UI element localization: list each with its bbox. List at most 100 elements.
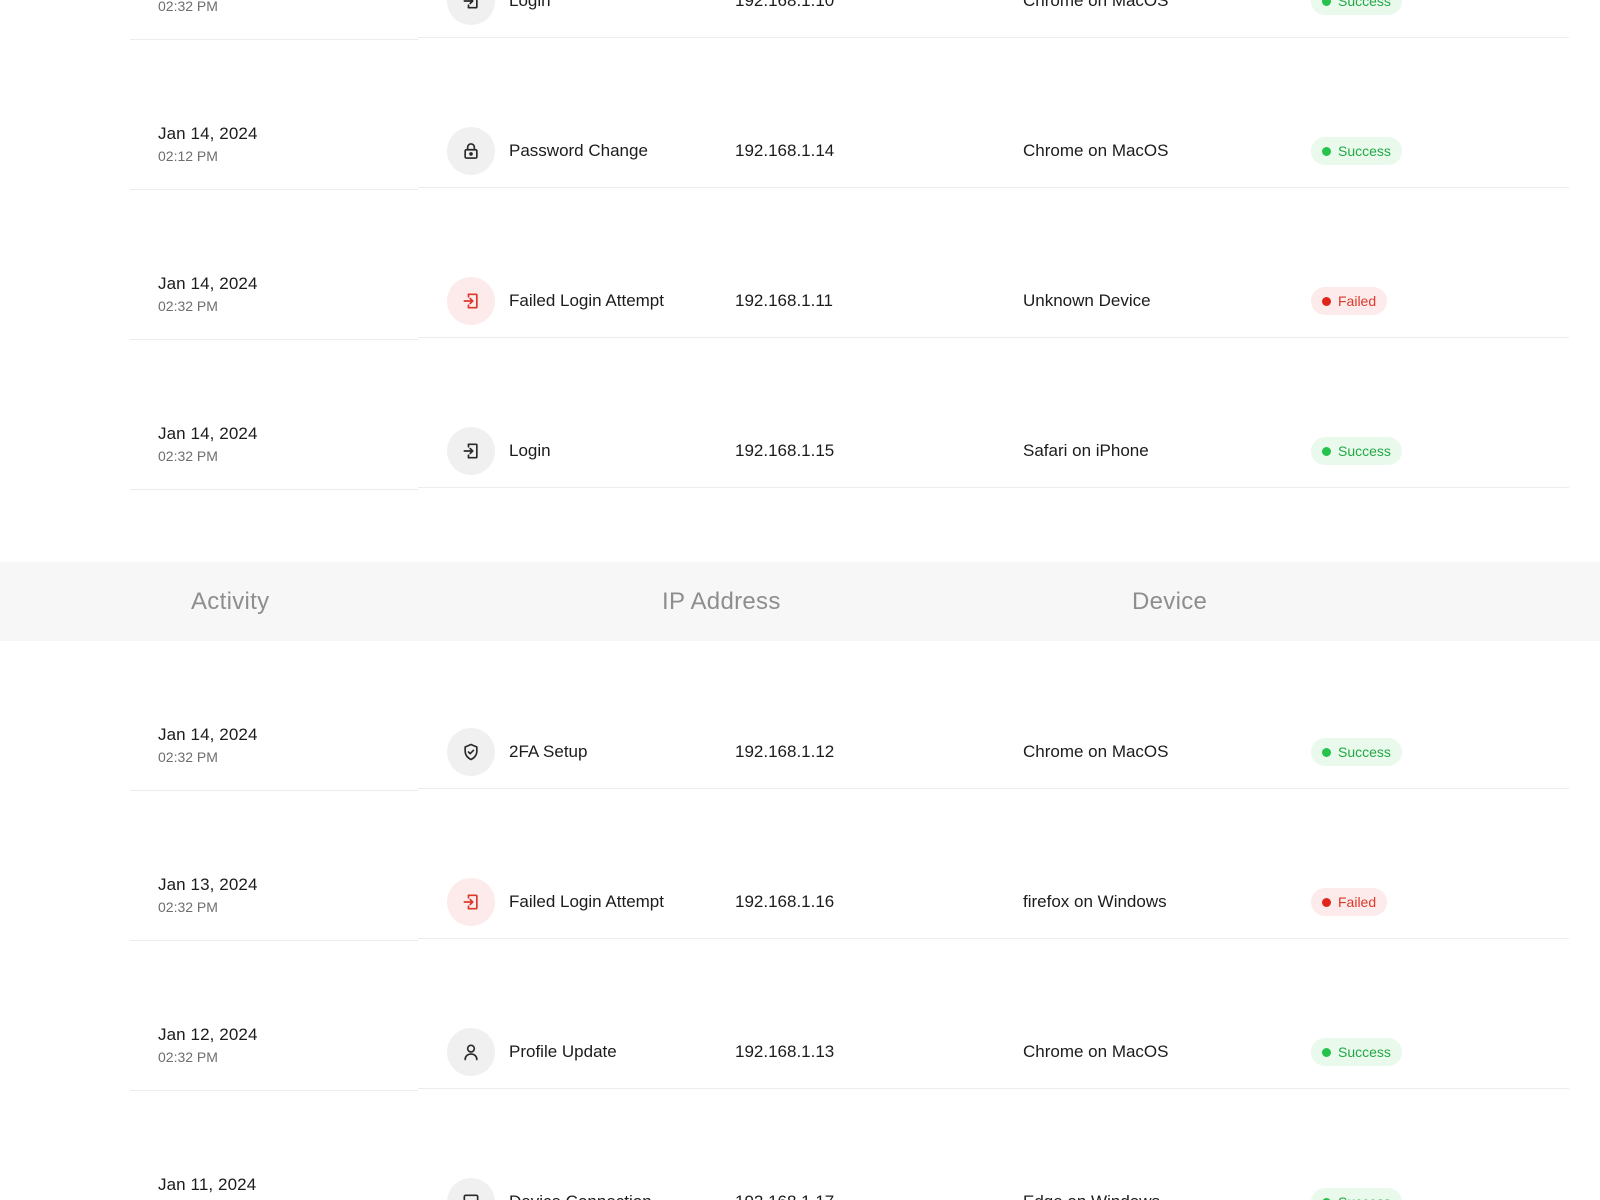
row-divider [130, 489, 418, 490]
status-label: Success [1338, 0, 1391, 9]
table-row[interactable]: Jan 14, 2024 02:12 PM Password Change 19… [0, 40, 1600, 190]
status-label: Failed [1338, 894, 1377, 910]
activity-cell: Password Change [447, 127, 648, 175]
table-row[interactable]: Jan 14, 2024 02:32 PM 2FA Setup 192.168.… [0, 641, 1600, 791]
table-row[interactable]: Jan 14, 2024 02:32 PM Failed Login Attem… [0, 190, 1600, 340]
ip-address: 192.168.1.17 [735, 1178, 834, 1200]
activity-cell: Login [447, 0, 551, 25]
status-badge: Failed [1311, 287, 1388, 315]
activity-label: Profile Update [509, 1042, 617, 1061]
date-cell: Jan 14, 2024 02:32 PM [158, 274, 258, 315]
table-row[interactable]: Jan 14, 2024 02:32 PM Login 192.168.1.10… [0, 0, 1600, 40]
status-dot [1322, 146, 1331, 156]
row-divider [418, 1088, 1569, 1089]
status-dot [1322, 1047, 1331, 1057]
ip-address: 192.168.1.10 [735, 0, 835, 10]
table-row[interactable]: Jan 13, 2024 02:32 PM Failed Login Attem… [0, 791, 1600, 941]
status-label: Success [1338, 143, 1391, 159]
date-cell: Jan 11, 2024 [158, 1175, 256, 1198]
device-name: Chrome on MacOS [1023, 141, 1169, 160]
status-label: Success [1338, 744, 1391, 760]
ip-address: 192.168.1.12 [735, 742, 835, 761]
user-icon [447, 1028, 495, 1076]
column-header-device[interactable]: Device [1132, 562, 1207, 641]
activity-time: 02:32 PM [158, 749, 218, 765]
activity-cell: Login [447, 427, 551, 475]
activity-time: 02:32 PM [158, 899, 218, 915]
activity-table-header: Activity IP Address Device [0, 562, 1600, 641]
table-row[interactable]: Jan 11, 2024 Device Connection 192.168.1… [0, 1091, 1600, 1200]
status-label: Success [1338, 1194, 1391, 1200]
date-cell: Jan 14, 2024 02:32 PM [158, 725, 258, 766]
status-cell: Success [1311, 137, 1402, 165]
activity-label: Password Change [509, 141, 648, 160]
status-cell: Failed [1311, 888, 1388, 916]
status-cell: Success [1311, 1188, 1402, 1200]
date-cell: Jan 14, 2024 02:12 PM [158, 124, 258, 165]
device-name: firefox on Windows [1023, 892, 1167, 911]
activity-cell: 2FA Setup [447, 728, 587, 776]
lock-icon [447, 127, 495, 175]
status-label: Success [1338, 443, 1391, 459]
row-divider [418, 788, 1569, 789]
activity-cell: Profile Update [447, 1028, 617, 1076]
row-divider [418, 938, 1569, 939]
activity-date: Jan 14, 2024 [158, 274, 258, 293]
column-header-ip-address[interactable]: IP Address [662, 562, 781, 641]
status-cell: Failed [1311, 287, 1388, 315]
activity-time: 02:32 PM [158, 0, 218, 14]
status-label: Success [1338, 1044, 1391, 1060]
activity-time: 02:32 PM [158, 448, 218, 464]
status-cell: Success [1311, 0, 1402, 15]
activity-label: Login [509, 441, 551, 460]
activity-cell: Failed Login Attempt [447, 878, 664, 926]
status-badge: Success [1311, 1038, 1402, 1066]
status-dot [1322, 747, 1331, 757]
activity-date: Jan 14, 2024 [158, 725, 258, 744]
date-cell: Jan 12, 2024 02:32 PM [158, 1025, 258, 1066]
table-row[interactable]: Jan 12, 2024 02:32 PM Profile Update 192… [0, 941, 1600, 1091]
activity-time: 02:32 PM [158, 298, 218, 314]
status-badge: Success [1311, 137, 1402, 165]
login-icon [447, 427, 495, 475]
row-divider [418, 187, 1569, 188]
activity-date: Jan 13, 2024 [158, 875, 258, 894]
date-cell: Jan 14, 2024 02:32 PM [158, 0, 258, 15]
activity-label: Device Connection [509, 1192, 652, 1200]
activity-cell: Device Connection [447, 1178, 652, 1200]
activity-cell: Failed Login Attempt [447, 277, 664, 325]
activity-label: 2FA Setup [509, 742, 588, 761]
ip-address: 192.168.1.15 [735, 441, 835, 460]
login-icon [447, 0, 495, 25]
activity-date: Jan 14, 2024 [158, 124, 258, 143]
status-cell: Success [1311, 437, 1402, 465]
column-header-activity[interactable]: Activity [191, 562, 269, 641]
table-row[interactable]: Jan 14, 2024 02:32 PM Login 192.168.1.15… [0, 340, 1600, 490]
device-name: Edge on Windows [1023, 1178, 1160, 1200]
activity-date: Jan 14, 2024 [158, 424, 258, 443]
status-dot [1322, 446, 1331, 456]
status-dot [1322, 0, 1331, 6]
device-icon [447, 1178, 495, 1200]
device-name: Safari on iPhone [1023, 441, 1149, 460]
activity-time: 02:32 PM [158, 1049, 218, 1065]
activity-date: Jan 11, 2024 [158, 1175, 257, 1194]
ip-address: 192.168.1.16 [735, 892, 835, 911]
status-badge: Success [1311, 0, 1402, 15]
activity-table-body-top: Jan 14, 2024 02:32 PM Login 192.168.1.10… [0, 0, 1600, 490]
device-name: Chrome on MacOS [1023, 0, 1169, 10]
activity-time: 02:12 PM [158, 148, 218, 164]
activity-log-page: Jan 14, 2024 02:32 PM Login 192.168.1.10… [0, 0, 1600, 1200]
login-icon [447, 878, 495, 926]
status-cell: Success [1311, 738, 1402, 766]
device-name: Unknown Device [1023, 291, 1151, 310]
status-badge: Success [1311, 738, 1402, 766]
status-label: Failed [1338, 293, 1377, 309]
date-cell: Jan 13, 2024 02:32 PM [158, 875, 258, 916]
row-divider [418, 337, 1569, 338]
status-cell: Success [1311, 1038, 1402, 1066]
activity-label: Failed Login Attempt [509, 291, 664, 310]
status-dot [1322, 897, 1331, 907]
login-icon [447, 277, 495, 325]
activity-table-body-bottom: Jan 14, 2024 02:32 PM 2FA Setup 192.168.… [0, 641, 1600, 1200]
